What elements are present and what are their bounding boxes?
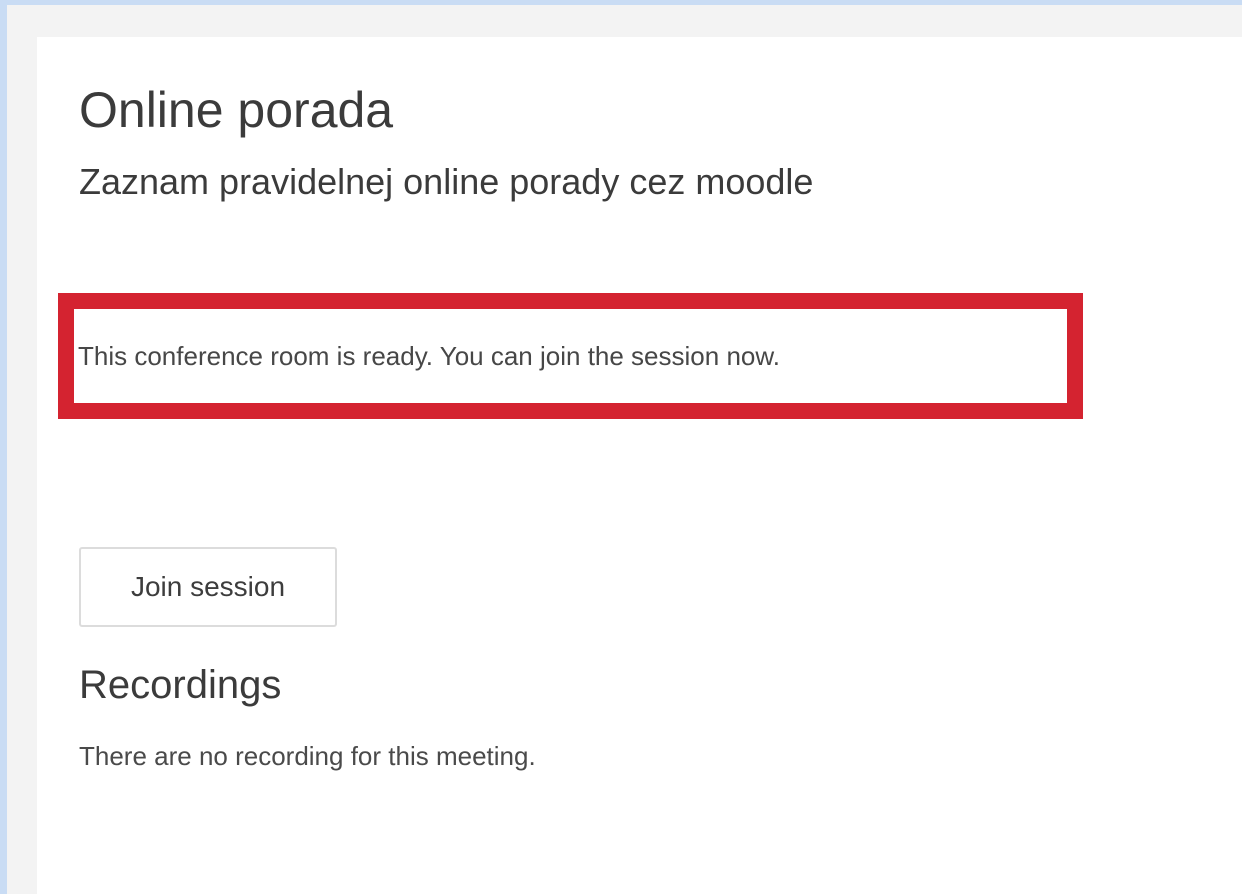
page-title: Online porada [79,82,394,138]
status-highlight-box: This conference room is ready. You can j… [58,293,1083,419]
recordings-empty-message: There are no recording for this meeting. [79,741,536,771]
activity-page: Online porada Zaznam pravidelnej online … [37,37,1242,894]
status-message: This conference room is ready. You can j… [78,341,780,371]
activity-description: Zaznam pravidelnej online porady cez moo… [79,161,814,202]
join-session-button[interactable]: Join session [79,547,337,627]
recordings-heading: Recordings [79,663,282,707]
